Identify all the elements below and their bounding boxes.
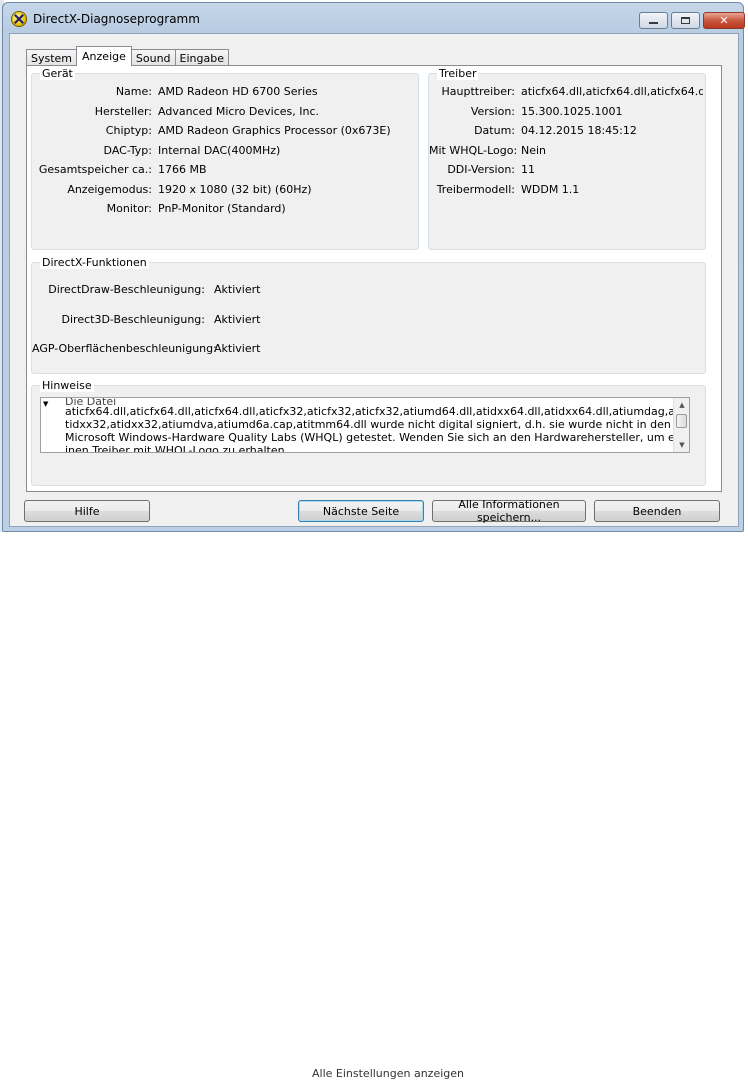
driver-group: Treiber Haupttreiber: aticfx64.dll,aticf…	[428, 67, 707, 250]
driver-whql-label: Mit WHQL-Logo:	[429, 144, 518, 157]
direct3d-label: Direct3D-Beschleunigung:	[61, 313, 205, 326]
tab-sound[interactable]: Sound	[130, 49, 176, 66]
directx-app-icon	[11, 11, 27, 27]
device-chiptype-label: Chiptyp:	[105, 124, 152, 137]
window-title: DirectX-Diagnoseprogramm	[33, 12, 200, 26]
notes-body: aticfx64.dll,aticfx64.dll,aticfx64.dll,a…	[65, 405, 675, 453]
driver-model-value: WDDM 1.1	[521, 183, 580, 196]
device-name-value: AMD Radeon HD 6700 Series	[158, 85, 318, 98]
notes-text: Die Datei aticfx64.dll,aticfx64.dll,atic…	[65, 397, 675, 453]
client-area: System Anzeige Sound Eingabe Gerät Name:…	[9, 33, 739, 527]
exit-button[interactable]: Beenden	[594, 500, 720, 522]
directx-features-group: DirectX-Funktionen DirectDraw-Beschleuni…	[31, 256, 707, 374]
driver-main-value: aticfx64.dll,aticfx64.dll,aticfx64.dll,a	[521, 85, 703, 98]
scroll-up-icon[interactable]: ▲	[674, 398, 689, 412]
notes-partial-line: Die Datei	[65, 397, 117, 405]
tab-strip: System Anzeige Sound Eingabe	[26, 46, 229, 66]
directx-features-title: DirectX-Funktionen	[40, 256, 149, 269]
device-group: Gerät Name: AMD Radeon HD 6700 Series He…	[31, 67, 420, 250]
device-dac-label: DAC-Typ:	[103, 144, 152, 157]
driver-main-label: Haupttreiber:	[441, 85, 515, 98]
driver-ddi-label: DDI-Version:	[447, 163, 515, 176]
driver-date-label: Datum:	[474, 124, 515, 137]
driver-row-ddi: DDI-Version: 11	[429, 163, 707, 177]
device-name-label: Name:	[115, 85, 152, 98]
maximize-button[interactable]	[671, 12, 700, 29]
device-monitor-label: Monitor:	[106, 202, 152, 215]
driver-row-model: Treibermodell: WDDM 1.1	[429, 183, 707, 197]
tab-panel-anzeige: Gerät Name: AMD Radeon HD 6700 Series He…	[26, 65, 722, 492]
background-partial-text: Alle Einstellungen anzeigen	[312, 1067, 464, 1080]
driver-row-whql: Mit WHQL-Logo: Nein	[429, 144, 707, 158]
bullet-icon: ▼	[43, 400, 49, 408]
device-row-name: Name: AMD Radeon HD 6700 Series	[32, 85, 420, 99]
directx-row-directdraw: DirectDraw-Beschleunigung: Aktiviert	[32, 283, 707, 297]
next-page-button[interactable]: Nächste Seite	[298, 500, 424, 522]
agp-label: AGP-Oberflächenbeschleunigung:	[32, 342, 217, 355]
device-row-chiptype: Chiptyp: AMD Radeon Graphics Processor (…	[32, 124, 420, 138]
driver-ddi-value: 11	[521, 163, 535, 176]
device-memory-value: 1766 MB	[158, 163, 207, 176]
directdraw-label: DirectDraw-Beschleunigung:	[48, 283, 205, 296]
device-row-manufacturer: Hersteller: Advanced Micro Devices, Inc.	[32, 105, 420, 119]
tab-eingabe[interactable]: Eingabe	[174, 49, 229, 66]
device-dac-value: Internal DAC(400MHz)	[158, 144, 281, 157]
maximize-icon	[681, 17, 690, 24]
driver-model-label: Treibermodell:	[436, 183, 515, 196]
device-displaymode-value: 1920 x 1080 (32 bit) (60Hz)	[158, 183, 312, 196]
notes-scrollbar[interactable]: ▲ ▼	[673, 398, 689, 452]
scroll-thumb[interactable]	[676, 414, 687, 428]
notes-textbox[interactable]: ▼ Die Datei aticfx64.dll,aticfx64.dll,at…	[40, 397, 690, 453]
driver-version-label: Version:	[470, 105, 515, 118]
close-icon: ✕	[719, 14, 729, 27]
title-bar[interactable]: DirectX-Diagnoseprogramm ✕	[3, 3, 745, 35]
directdraw-value: Aktiviert	[214, 283, 261, 296]
device-monitor-value: PnP-Monitor (Standard)	[158, 202, 286, 215]
notes-group: Hinweise ▼ Die Datei aticfx64.dll,aticfx…	[31, 379, 706, 486]
device-row-memory: Gesamtspeicher ca.: 1766 MB	[32, 163, 420, 177]
device-manufacturer-value: Advanced Micro Devices, Inc.	[158, 105, 320, 118]
notes-group-title: Hinweise	[40, 379, 94, 392]
help-button[interactable]: Hilfe	[24, 500, 150, 522]
direct3d-value: Aktiviert	[214, 313, 261, 326]
driver-date-value: 04.12.2015 18:45:12	[521, 124, 637, 137]
driver-row-main: Haupttreiber: aticfx64.dll,aticfx64.dll,…	[429, 85, 707, 99]
device-chiptype-value: AMD Radeon Graphics Processor (0x673E)	[158, 124, 391, 137]
device-row-dac: DAC-Typ: Internal DAC(400MHz)	[32, 144, 420, 158]
device-group-title: Gerät	[40, 67, 75, 80]
driver-group-title: Treiber	[437, 67, 479, 80]
minimize-button[interactable]	[639, 12, 668, 29]
dxdiag-window: DirectX-Diagnoseprogramm ✕ System Anzeig…	[2, 2, 745, 532]
tab-anzeige[interactable]: Anzeige	[76, 46, 132, 66]
save-all-info-button[interactable]: Alle Informationen speichern...	[432, 498, 586, 524]
driver-version-value: 15.300.1025.1001	[521, 105, 623, 118]
agp-value: Aktiviert	[214, 342, 261, 355]
close-button[interactable]: ✕	[703, 12, 745, 29]
device-row-displaymode: Anzeigemodus: 1920 x 1080 (32 bit) (60Hz…	[32, 183, 420, 197]
driver-row-version: Version: 15.300.1025.1001	[429, 105, 707, 119]
device-displaymode-label: Anzeigemodus:	[67, 183, 152, 196]
directx-row-agp: AGP-Oberflächenbeschleunigung: Aktiviert	[32, 342, 707, 356]
driver-whql-value: Nein	[521, 144, 547, 157]
device-memory-label: Gesamtspeicher ca.:	[38, 163, 152, 176]
device-row-monitor: Monitor: PnP-Monitor (Standard)	[32, 202, 420, 216]
minimize-icon	[649, 22, 658, 24]
directx-row-direct3d: Direct3D-Beschleunigung: Aktiviert	[32, 313, 707, 327]
background-window: Alle Einstellungen anzeigen	[0, 532, 748, 1080]
scroll-down-icon[interactable]: ▼	[674, 438, 689, 452]
device-manufacturer-label: Hersteller:	[94, 105, 152, 118]
tab-system[interactable]: System	[26, 49, 78, 66]
driver-row-date: Datum: 04.12.2015 18:45:12	[429, 124, 707, 138]
